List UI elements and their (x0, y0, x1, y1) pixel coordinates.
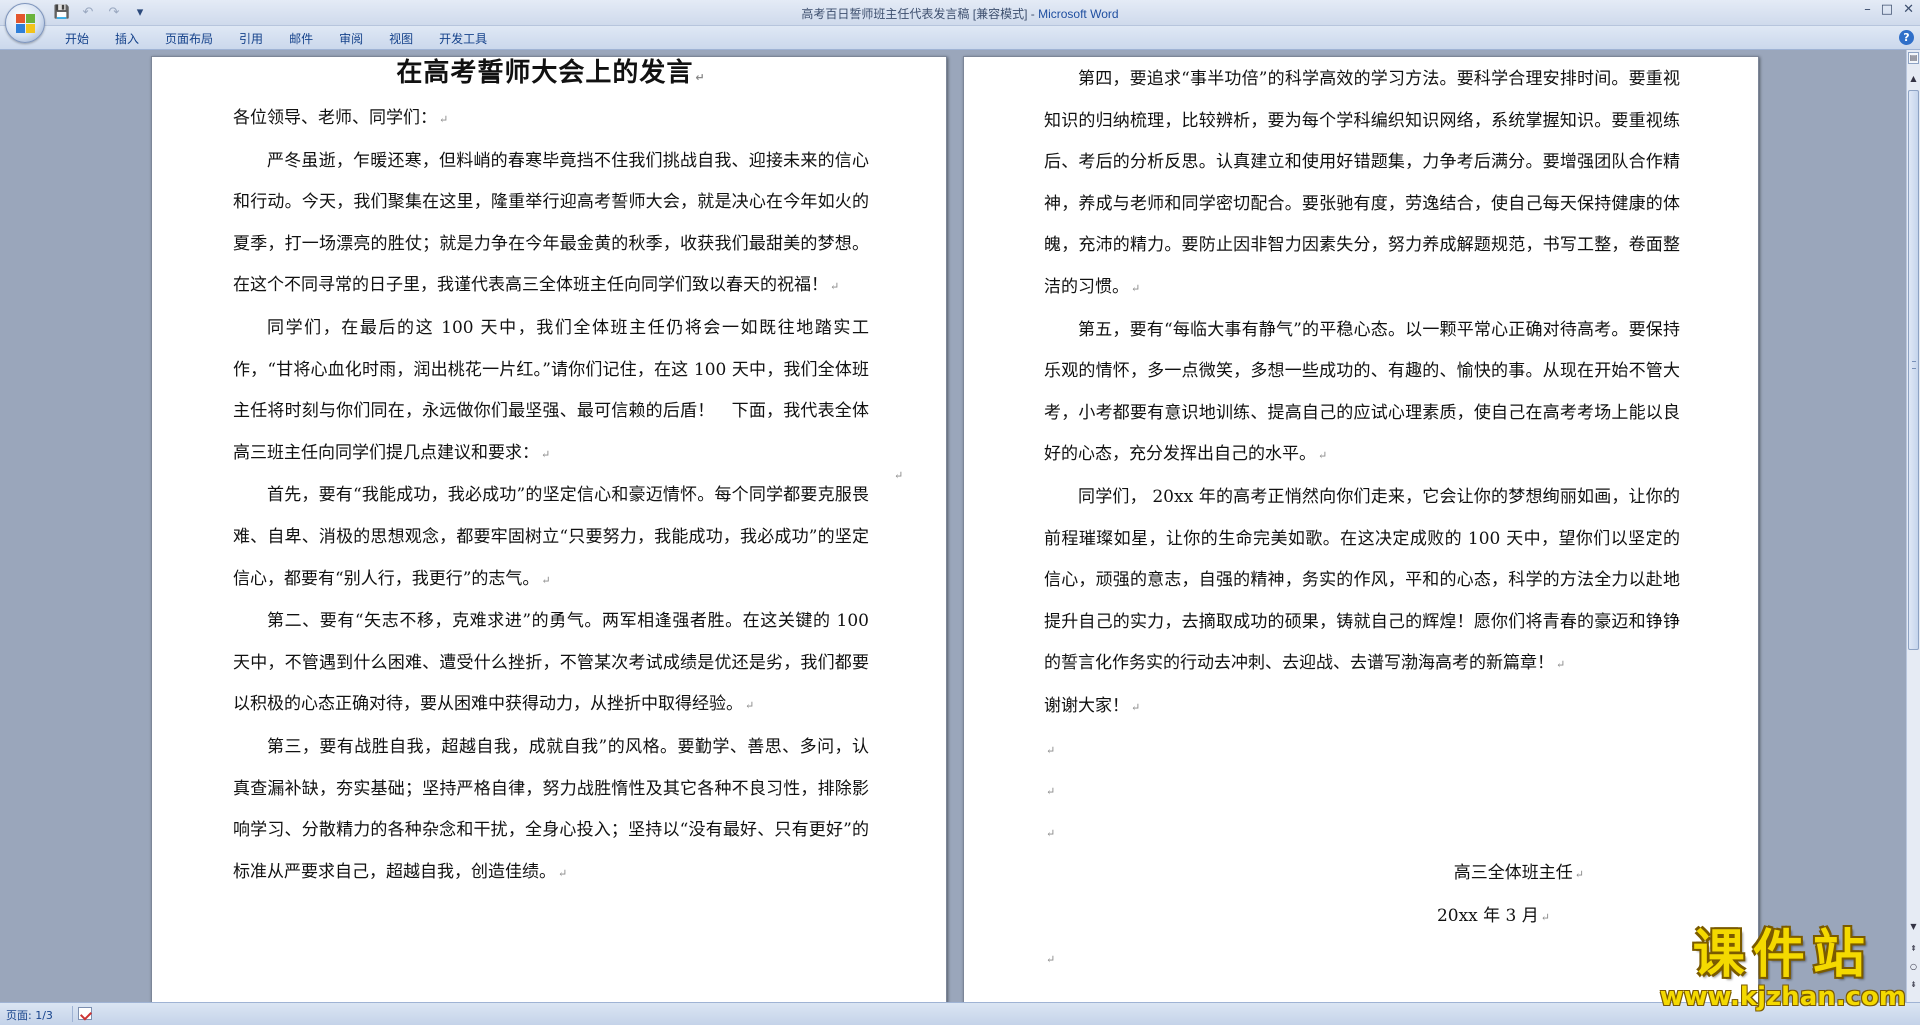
blank-line: ↵ (1046, 743, 1056, 757)
paragraph-text: 同学们，在最后的这 100 天中，我们全体班主任仍将会一如既往地踏实工作，“甘将… (233, 317, 869, 463)
tab-page-layout[interactable]: 页面布局 (152, 30, 226, 48)
paragraph-text: 同学们， 20xx 年的高考正悄然向你们走来，它会让你的梦想绚丽如画，让你的前程… (1044, 486, 1680, 674)
signature-date: 20xx 年 3 月 ↵ (1436, 905, 1550, 926)
document-title: 在高考誓师大会上的发言 ↵ (396, 58, 706, 88)
paragraph-text: 第五，要有“每临大事有静气”的平稳心态。以一颗平常心正确对待高考。要保持乐观的情… (1044, 319, 1680, 465)
browse-object-icon[interactable]: ○ (1908, 960, 1919, 973)
title-bar: 💾 ↶ ↷ ▾ 高考百日誓师班主任代表发言稿 [兼容模式] - Microsof… (0, 0, 1920, 43)
paragraph-mark: ↵ (894, 469, 904, 482)
proofing-icon[interactable] (78, 1007, 92, 1020)
page-indicator[interactable]: 页面: 1/3 (6, 1007, 53, 1023)
watermark-logo-text: 课件站 (1692, 925, 1873, 985)
paragraph: 第五，要有“每临大事有静气”的平稳心态。以一颗平常心正确对待高考。要保持乐观的情… (1044, 319, 1680, 465)
watermark-url: www.kjzhan.com (1659, 982, 1906, 1012)
tab-mailings[interactable]: 邮件 (276, 30, 326, 48)
blank-line: ↵ (1046, 953, 1056, 967)
paragraph-text: 首先，要有“我能成功，我必成功”的坚定信心和豪迈情怀。每个同学都要克服畏难、自卑… (233, 485, 869, 589)
blank-line: ↵ (1046, 826, 1056, 840)
tab-home[interactable]: 开始 (52, 30, 102, 48)
tab-insert[interactable]: 插入 (102, 30, 152, 48)
paragraph-text: 第二、要有“矢志不移，克难求进”的勇气。两军相逢强者胜。在这关键的 100 天中… (233, 611, 869, 715)
paragraph-text: 谢谢大家！ (1044, 695, 1129, 716)
help-icon[interactable]: ? (1899, 30, 1914, 45)
scroll-up-icon[interactable]: ▲ (1908, 72, 1919, 85)
status-bar: 页面: 1/3 (0, 1002, 1920, 1025)
paragraph: 谢谢大家！ ↵ (1044, 695, 1141, 716)
app-name: Microsoft Word (1038, 7, 1119, 21)
vertical-scrollbar[interactable]: ▤ ▲ ▼ ⇞ ○ ⇟ (1906, 50, 1920, 1002)
paragraph: 第四，要追求“事半功倍”的科学高效的学习方法。要科学合理安排时间。要重视知识的归… (1044, 69, 1680, 297)
paragraph-text: 严冬虽逝，乍暖还寒，但料峭的春寒毕竟挡不住我们挑战自我、迎接未来的信心和行动。今… (233, 150, 869, 296)
paragraph: 同学们， 20xx 年的高考正悄然向你们走来，它会让你的梦想绚丽如画，让你的前程… (1044, 486, 1680, 674)
tab-review[interactable]: 审阅 (326, 30, 376, 48)
view-ruler-icon[interactable]: ▤ (1908, 52, 1919, 64)
office-button[interactable] (5, 3, 45, 43)
previous-page-icon[interactable]: ⇞ (1908, 942, 1919, 955)
window-title: 高考百日誓师班主任代表发言稿 [兼容模式] - Microsoft Word (0, 5, 1920, 22)
paragraph: 各位领导、老师、同学们： ↵ (233, 108, 449, 128)
page-right[interactable]: 第四，要追求“事半功倍”的科学高效的学习方法。要科学合理安排时间。要重视知识的归… (963, 56, 1759, 1002)
ribbon-tabbar: 开始 插入 页面布局 引用 邮件 审阅 视图 开发工具 ? (0, 26, 1920, 50)
tab-developer[interactable]: 开发工具 (426, 30, 500, 48)
minimize-icon[interactable]: – (1864, 2, 1871, 17)
next-page-icon[interactable]: ⇟ (1908, 978, 1919, 991)
paragraph: 首先，要有“我能成功，我必成功”的坚定信心和豪迈情怀。每个同学都要克服畏难、自卑… (233, 485, 869, 589)
tab-view[interactable]: 视图 (376, 30, 426, 48)
office-logo-icon (16, 14, 36, 34)
paragraph: 严冬虽逝，乍暖还寒，但料峭的春寒毕竟挡不住我们挑战自我、迎接未来的信心和行动。今… (233, 150, 869, 296)
paragraph: 同学们，在最后的这 100 天中，我们全体班主任仍将会一如既往地踏实工作，“甘将… (233, 317, 869, 463)
paragraph-text: 各位领导、老师、同学们： (233, 108, 437, 128)
tab-references[interactable]: 引用 (226, 30, 276, 48)
maximize-icon[interactable]: □ (1881, 2, 1893, 17)
scroll-thumb[interactable] (1908, 90, 1919, 650)
close-icon[interactable]: ✕ (1903, 2, 1914, 17)
document-name: 高考百日誓师班主任代表发言稿 [兼容模式] - (801, 7, 1039, 21)
signature: 高三全体班主任 ↵ (1453, 863, 1584, 884)
left-page-content: 在高考誓师大会上的发言 ↵ 各位领导、老师、同学们： ↵ 严冬虽逝，乍暖还寒，但料峭的… (233, 53, 869, 894)
scroll-down-icon[interactable]: ▼ (1908, 920, 1919, 933)
paragraph-text: 第四，要追求“事半功倍”的科学高效的学习方法。要科学合理安排时间。要重视知识的归… (1044, 69, 1680, 297)
window-controls: – □ ✕ (1864, 2, 1914, 17)
paragraph: 第二、要有“矢志不移，克难求进”的勇气。两军相逢强者胜。在这关键的 100 天中… (233, 611, 869, 715)
blank-line: ↵ (1046, 785, 1056, 799)
document-area[interactable]: 在高考誓师大会上的发言 ↵ 各位领导、老师、同学们： ↵ 严冬虽逝，乍暖还寒，但料峭的… (0, 50, 1906, 1002)
page-left[interactable]: 在高考誓师大会上的发言 ↵ 各位领导、老师、同学们： ↵ 严冬虽逝，乍暖还寒，但料峭的… (151, 56, 947, 1002)
paragraph: 第三，要有战胜自我，超越自我，成就自我”的风格。要勤学、善思、多问，认真查漏补缺… (233, 736, 869, 882)
paragraph-text: 第三，要有战胜自我，超越自我，成就自我”的风格。要勤学、善思、多问，认真查漏补缺… (233, 736, 869, 882)
site-watermark: 课件站 www.kjzhan.com (1660, 927, 1906, 1011)
right-page-content: 第四，要追求“事半功倍”的科学高效的学习方法。要科学合理安排时间。要重视知识的归… (1044, 59, 1680, 980)
